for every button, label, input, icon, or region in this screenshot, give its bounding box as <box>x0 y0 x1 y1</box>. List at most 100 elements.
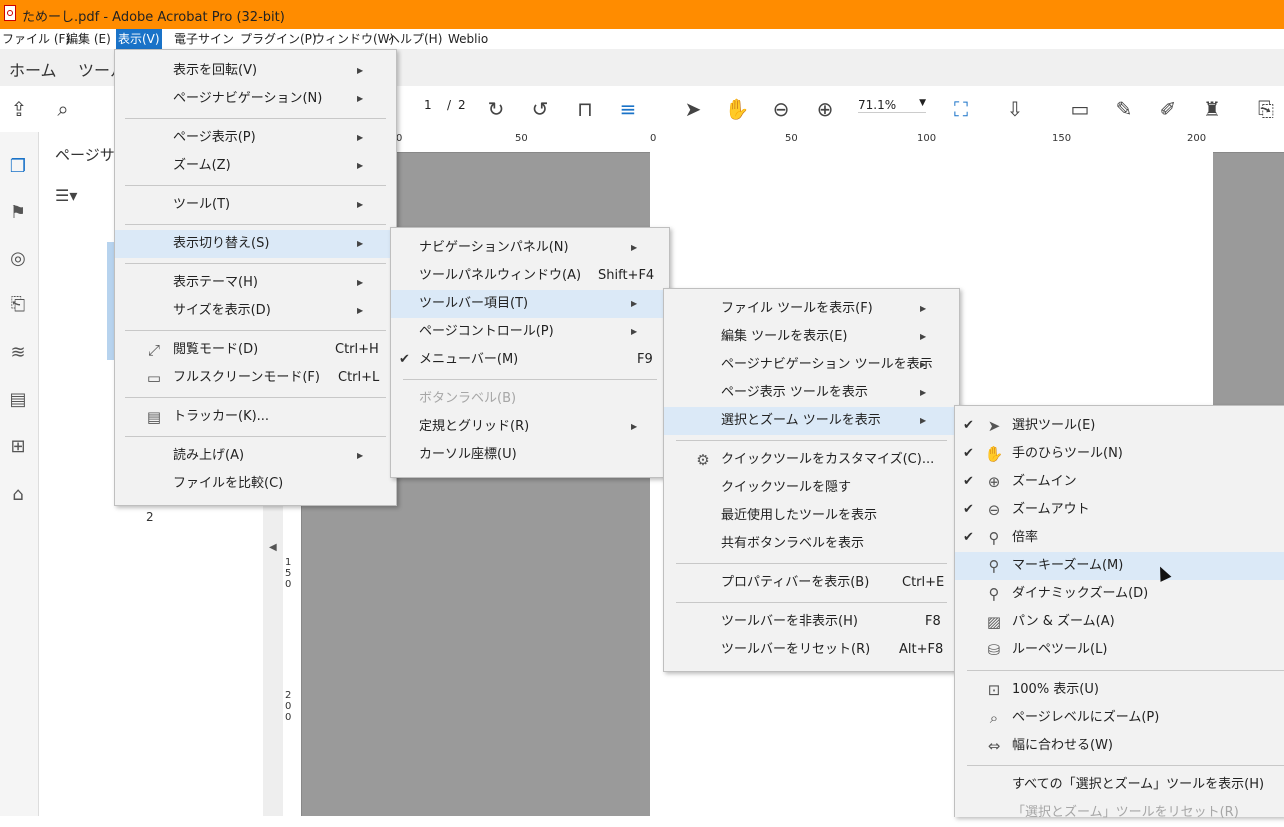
menu-item-label: 読み上げ(A) <box>173 448 245 463</box>
menu-item-pan-zoom[interactable]: ▨ パン & ズーム(A) <box>955 608 1284 636</box>
menu-item-zoom-level[interactable]: ✔ ⚲ 倍率 <box>955 524 1284 552</box>
menu-item-hand-tool[interactable]: ✔ ✋ 手のひらツール(N) <box>955 440 1284 468</box>
show-hide-submenu: ナビゲーションパネル(N) ▶ ツールパネルウィンドウ(A) Shift+F4 ツー… <box>390 227 670 478</box>
menu-item-page-display[interactable]: ページ表示(P) ▶ <box>115 124 396 152</box>
menu-file[interactable]: ファイル (F) <box>0 29 72 49</box>
menu-item-zoom[interactable]: ズーム(Z) ▶ <box>115 152 396 180</box>
menu-edit[interactable]: 編集 (E) <box>64 29 113 49</box>
menu-help[interactable]: ヘルプ(H) <box>386 29 444 49</box>
menu-item-customize-quick-tools[interactable]: ⚙ クイックツールをカスタマイズ(C)... <box>664 446 959 474</box>
menu-item-show-edit-tools[interactable]: 編集 ツールを表示(E) ▶ <box>664 323 959 351</box>
menu-item-show-hide[interactable]: 表示切り替え(S) ▶ <box>115 230 396 258</box>
attachment-icon[interactable]: ⎗ <box>7 294 29 316</box>
menu-item-page-navigation[interactable]: ページナビゲーション(N) ▶ <box>115 85 396 113</box>
bookmark-icon[interactable]: ⚑ <box>7 202 29 224</box>
cloud-upload-icon[interactable]: ⇪ <box>6 96 32 122</box>
menu-item-label: マーキーズーム(M) <box>1012 558 1124 573</box>
menu-item-label: パン & ズーム(A) <box>1012 614 1115 629</box>
menu-item-fit-width[interactable]: ⇔ 幅に合わせる(W) <box>955 732 1284 760</box>
menu-item-tools-pane[interactable]: ツールパネルウィンドウ(A) Shift+F4 <box>391 262 669 290</box>
menu-item-reset-toolbars[interactable]: ツールバーをリセット(R) Alt+F8 <box>664 636 959 664</box>
menu-item-compare-files[interactable]: ファイルを比較(C) <box>115 470 396 498</box>
menu-item-shortcut: Ctrl+H <box>335 342 379 357</box>
menu-item-label: ナビゲーションパネル(N) <box>419 240 569 255</box>
fit-page-icon[interactable]: ⊓ <box>572 96 598 122</box>
menu-item-show-all-select-zoom[interactable]: すべての「選択とズーム」ツールを表示(H) <box>955 771 1284 799</box>
menu-item-tracker[interactable]: ▤ トラッカー(K)... <box>115 403 396 431</box>
select-arrow-icon[interactable]: ➤ <box>680 96 706 122</box>
layers-icon[interactable]: ≋ <box>7 342 29 364</box>
menu-item-show-size[interactable]: サイズを表示(D) ▶ <box>115 297 396 325</box>
menu-item-rotate-view[interactable]: 表示を回転(V) ▶ <box>115 57 396 85</box>
thumbnail-options-icon[interactable]: ☰▾ <box>55 186 91 206</box>
document-icon[interactable]: ▤ <box>7 389 29 411</box>
menu-item-label: ダイナミックズーム(D) <box>1012 586 1149 601</box>
menu-weblio[interactable]: Weblio <box>446 29 490 49</box>
page-thumbnails-icon[interactable]: ❐ <box>7 156 29 178</box>
menu-item-show-page-display-tools[interactable]: ページ表示 ツールを表示 ▶ <box>664 379 959 407</box>
scroll-down-icon[interactable]: ⇩ <box>1002 96 1028 122</box>
menu-item-zoom-out[interactable]: ✔ ⊖ ズームアウト <box>955 496 1284 524</box>
menu-item-select-tool[interactable]: ✔ ➤ 選択ツール(E) <box>955 412 1284 440</box>
menu-item-label: ファイルを比較(C) <box>173 476 284 491</box>
submenu-arrow-icon: ▶ <box>357 278 364 287</box>
menu-item-page-controls[interactable]: ページコントロール(P) ▶ <box>391 318 669 346</box>
menu-item-show-file-tools[interactable]: ファイル ツールを表示(F) ▶ <box>664 295 959 323</box>
highlight-icon[interactable]: ✎ <box>1111 96 1137 122</box>
menu-item-dynamic-zoom[interactable]: ⚲ ダイナミックズーム(D) <box>955 580 1284 608</box>
menu-item-loupe-tool[interactable]: ⛁ ルーペツール(L) <box>955 636 1284 664</box>
menu-item-zoom-in[interactable]: ✔ ⊕ ズームイン <box>955 468 1284 496</box>
menu-item-full-screen[interactable]: ▭ フルスクリーンモード(F) Ctrl+L <box>115 364 396 392</box>
menu-item-label: ルーペツール(L) <box>1012 642 1108 657</box>
menu-item-label: ページナビゲーション(N) <box>173 91 323 106</box>
menu-item-menu-bar[interactable]: ✔ メニューバー(M) F9 <box>391 346 669 374</box>
menu-item-zoom-to-page-level[interactable]: ⌕ ページレベルにズーム(P) <box>955 704 1284 732</box>
menu-window[interactable]: ウィンドウ(W) <box>311 29 396 49</box>
search-icon[interactable]: ⌕ <box>50 96 76 122</box>
tag-icon[interactable]: ⌂ <box>7 484 29 506</box>
collapse-arrow-icon[interactable]: ◀ <box>269 542 277 553</box>
hand-icon[interactable]: ✋ <box>724 96 750 122</box>
stamp-icon[interactable]: ♜ <box>1199 96 1225 122</box>
checkmark-icon: ✔ <box>963 446 974 461</box>
menu-item-hide-quick-tools[interactable]: クイックツールを隠す <box>664 474 959 502</box>
menu-esign[interactable]: 電子サイン <box>172 29 236 49</box>
marquee-zoom-icon[interactable]: ⛶ <box>948 96 974 122</box>
menu-item-read-mode[interactable]: ⤢ 閲覧モード(D) Ctrl+H <box>115 336 396 364</box>
menu-item-actual-size[interactable]: ⊡ 100% 表示(U) <box>955 676 1284 704</box>
menu-item-toolbar-items[interactable]: ツールバー項目(T) ▶ <box>391 290 669 318</box>
submenu-arrow-icon: ▶ <box>357 161 364 170</box>
menu-item-rulers-grids[interactable]: 定規とグリッド(R) ▶ <box>391 413 669 441</box>
comment-icon[interactable]: ▭ <box>1067 96 1093 122</box>
zoom-in-icon[interactable]: ⊕ <box>812 96 838 122</box>
menu-item-label: トラッカー(K)... <box>173 409 270 424</box>
scroll-icon[interactable]: ≡ <box>615 96 641 122</box>
rotate-cw-icon[interactable]: ↻ <box>483 96 509 122</box>
menu-item-label: メニューバー(M) <box>419 352 519 367</box>
menu-item-show-select-zoom-tools[interactable]: 選択とズーム ツールを表示 ▶ <box>664 407 959 435</box>
menu-view[interactable]: 表示(V) <box>116 29 162 49</box>
menu-item-label: クイックツールを隠す <box>721 480 852 495</box>
menu-item-show-recent-tools[interactable]: 最近使用したツールを表示 <box>664 502 959 530</box>
menu-plugin[interactable]: プラグイン(P) <box>238 29 319 49</box>
menu-item-cursor-coordinates[interactable]: カーソル座標(U) <box>391 441 669 469</box>
menu-item-navigation-panes[interactable]: ナビゲーションパネル(N) ▶ <box>391 234 669 262</box>
menu-item-show-properties-bar[interactable]: プロパティバーを表示(B) Ctrl+E <box>664 569 959 597</box>
menu-item-hide-toolbars[interactable]: ツールバーを非表示(H) F8 <box>664 608 959 636</box>
zoom-out-icon[interactable]: ⊖ <box>768 96 794 122</box>
menu-item-show-page-nav-tools[interactable]: ページナビゲーション ツールを表示 ▶ <box>664 351 959 379</box>
submenu-arrow-icon: ▶ <box>631 243 638 252</box>
menu-item-marquee-zoom[interactable]: ⚲ マーキーズーム(M) <box>955 552 1284 580</box>
tab-home[interactable]: ホーム <box>9 57 57 81</box>
target-icon[interactable]: ◎ <box>7 248 29 270</box>
menu-item-show-share-labels[interactable]: 共有ボタンラベルを表示 <box>664 530 959 558</box>
page-current-input[interactable]: 1 <box>424 98 432 112</box>
rotate-ccw-icon[interactable]: ↺ <box>527 96 553 122</box>
edit-icon[interactable]: ✐ <box>1155 96 1181 122</box>
menu-item-read-aloud[interactable]: 読み上げ(A) ▶ <box>115 442 396 470</box>
zoom-level-field[interactable]: 71.1% ▼ <box>858 98 926 113</box>
menu-item-display-theme[interactable]: 表示テーマ(H) ▶ <box>115 269 396 297</box>
content-icon[interactable]: ⊞ <box>7 436 29 458</box>
menu-item-tools[interactable]: ツール(T) ▶ <box>115 191 396 219</box>
export-icon[interactable]: ⎘ <box>1253 96 1279 122</box>
